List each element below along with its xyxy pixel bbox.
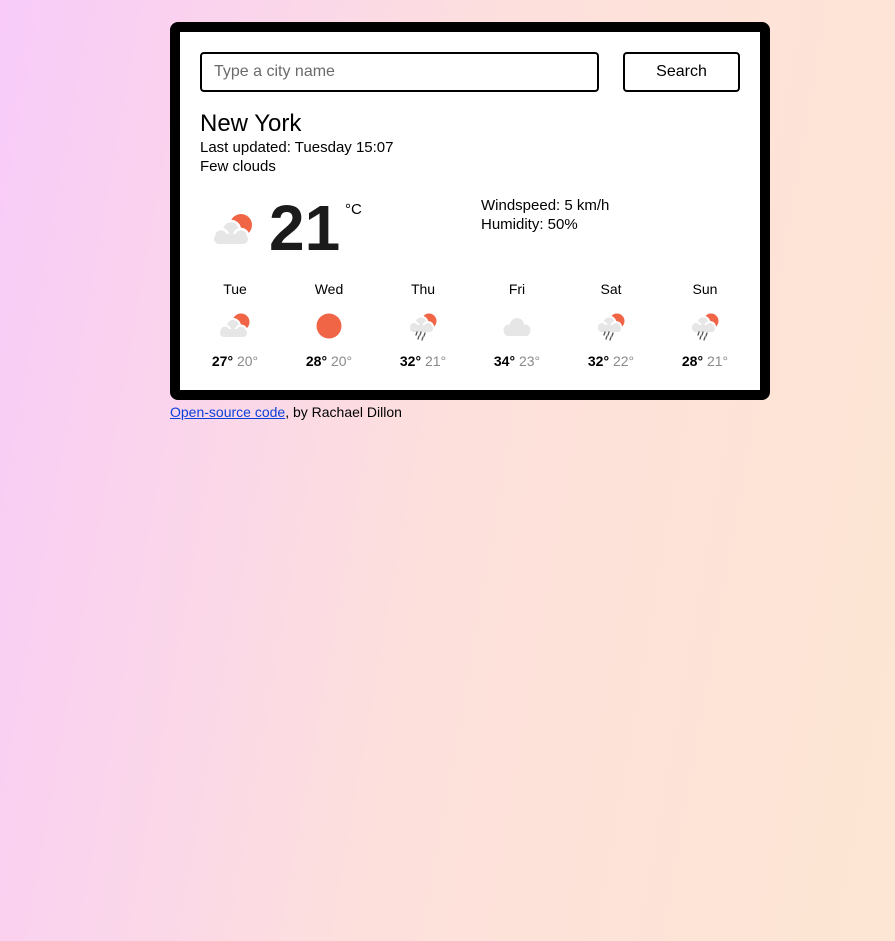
forecast-day: Fri 34° 23°: [470, 280, 564, 370]
forecast-day: Thu 32° 21°: [376, 280, 470, 370]
forecast-max: 34°: [493, 353, 516, 369]
forecast-temps: 28° 20°: [282, 352, 376, 370]
search-button[interactable]: Search: [623, 52, 740, 92]
cloud-icon: [503, 318, 531, 336]
forecast-max: 27°: [211, 353, 234, 369]
source-code-link[interactable]: Open-source code: [170, 404, 285, 420]
forecast-max: 32°: [587, 353, 610, 369]
forecast-day-name: Thu: [410, 281, 436, 297]
forecast-temps: 34° 23°: [470, 352, 564, 370]
forecast-min: 23°: [518, 353, 541, 369]
forecast-day-name: Wed: [314, 281, 344, 297]
forecast-max: 32°: [399, 353, 422, 369]
sun-icon: [316, 313, 342, 339]
forecast-min: 20°: [236, 353, 259, 369]
forecast-day-name: Fri: [508, 281, 526, 297]
current-temperature: 21: [269, 192, 341, 264]
forecast-max: 28°: [305, 353, 328, 369]
forecast-day-name: Sat: [600, 281, 622, 297]
footer: Open-source code, by Rachael Dillon: [170, 403, 402, 421]
forecast-min: 20°: [330, 353, 353, 369]
city-search-input[interactable]: [200, 52, 599, 92]
forecast-temps: 28° 21°: [658, 352, 752, 370]
weather-description: Few clouds: [200, 158, 276, 175]
rain-icon: [596, 313, 625, 341]
few-clouds-icon: [212, 214, 252, 245]
rain-icon: [408, 313, 437, 341]
footer-author-text: , by Rachael Dillon: [285, 404, 402, 420]
temperature-unit[interactable]: °C: [345, 200, 362, 219]
forecast-min: 21°: [424, 353, 447, 369]
windspeed-text: Windspeed: 5 km/h: [481, 197, 610, 214]
forecast-row: Tue 27° 20° Wed 28° 20° Thu 32° 21° Fri …: [188, 280, 752, 370]
weather-app-card: Search New York Last updated: Tuesday 15…: [170, 22, 770, 400]
forecast-temps: 32° 22°: [564, 352, 658, 370]
forecast-day: Sat 32° 22°: [564, 280, 658, 370]
forecast-day: Tue 27° 20°: [188, 280, 282, 370]
forecast-min: 22°: [612, 353, 635, 369]
city-name: New York: [200, 110, 302, 137]
humidity-text: Humidity: 50%: [481, 216, 578, 233]
forecast-day-name: Tue: [223, 281, 247, 297]
forecast-max: 28°: [681, 353, 704, 369]
forecast-day-name: Sun: [692, 281, 718, 297]
forecast-temps: 27° 20°: [188, 352, 282, 370]
few-clouds-icon: [218, 313, 250, 338]
search-form: Search: [200, 52, 740, 92]
forecast-temps: 32° 21°: [376, 352, 470, 370]
forecast-day: Wed 28° 20°: [282, 280, 376, 370]
forecast-day: Sun 28° 21°: [658, 280, 752, 370]
last-updated-text: Last updated: Tuesday 15:07: [200, 139, 394, 156]
rain-icon: [690, 313, 719, 341]
forecast-min: 21°: [706, 353, 729, 369]
